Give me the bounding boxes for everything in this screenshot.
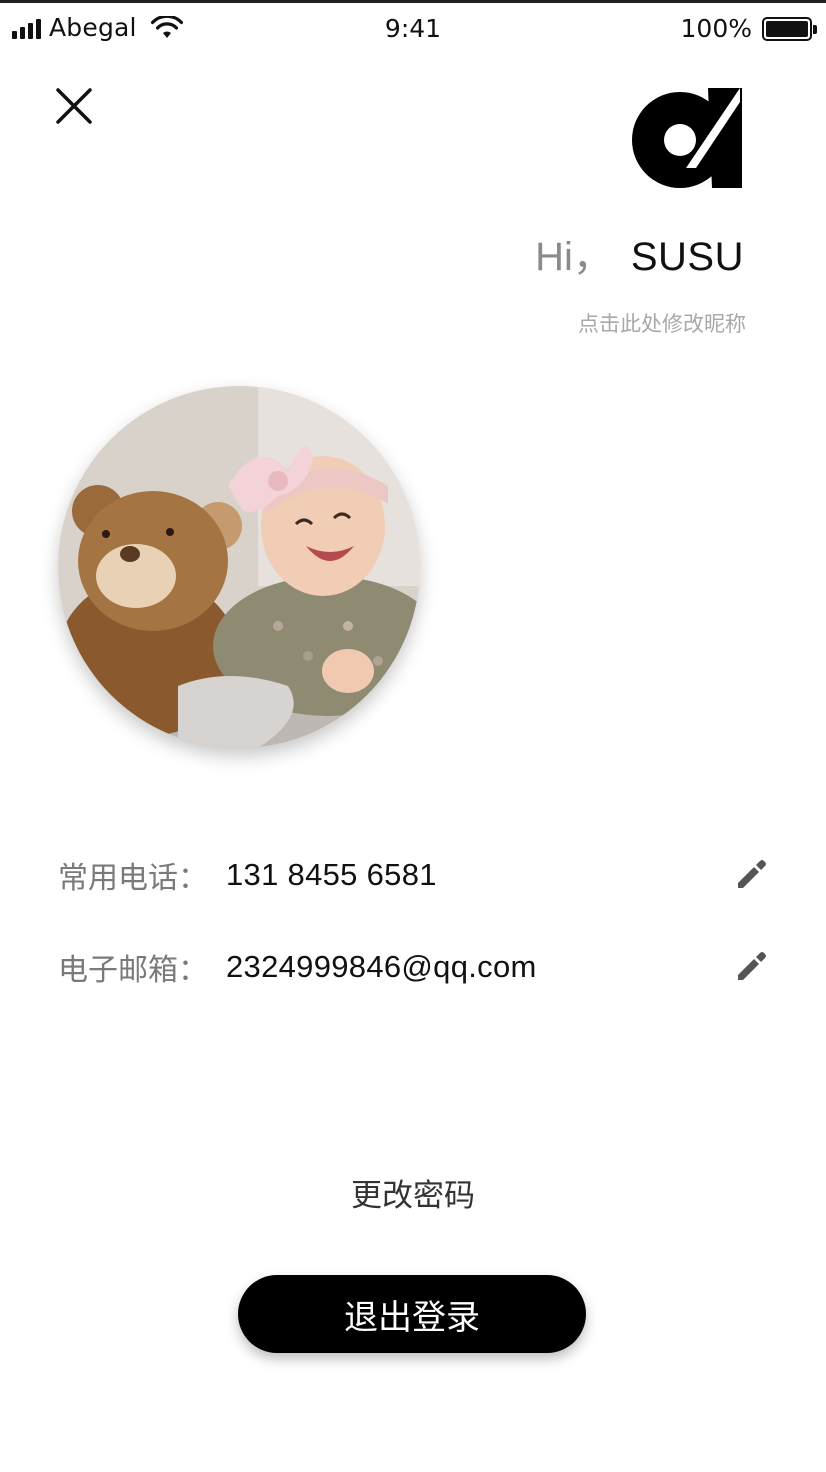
status-bar: Abegal 9:41 100% [0, 0, 826, 52]
phone-row: 常用电话： 131 8455 6581 [58, 850, 770, 900]
greeting-hi: Hi， [535, 235, 613, 279]
greeting: Hi， SUSU [535, 224, 744, 282]
close-button[interactable] [52, 84, 96, 128]
avatar-photo [58, 386, 420, 748]
phone-value: 131 8455 6581 [226, 857, 437, 892]
edit-phone-pencil-icon[interactable] [732, 856, 770, 894]
change-password-link[interactable]: 更改密码 [0, 1170, 826, 1215]
phone-label: 常用电话： [58, 861, 208, 896]
status-bar-right: 100% [680, 14, 817, 43]
logout-button[interactable]: 退出登录 [238, 1275, 586, 1353]
user-nickname: SUSU [630, 235, 744, 279]
brand-logo [632, 88, 742, 188]
email-row: 电子邮箱： 2324999846@qq.com [58, 942, 770, 992]
edit-nickname-link[interactable]: 点击此处修改昵称 [578, 308, 746, 338]
avatar[interactable] [58, 386, 420, 748]
email-value: 2324999846@qq.com [226, 949, 537, 984]
battery-percent: 100% [680, 14, 752, 43]
battery-icon [762, 16, 817, 41]
close-icon [56, 88, 92, 124]
edit-email-pencil-icon[interactable] [732, 948, 770, 986]
email-label: 电子邮箱： [58, 953, 208, 988]
